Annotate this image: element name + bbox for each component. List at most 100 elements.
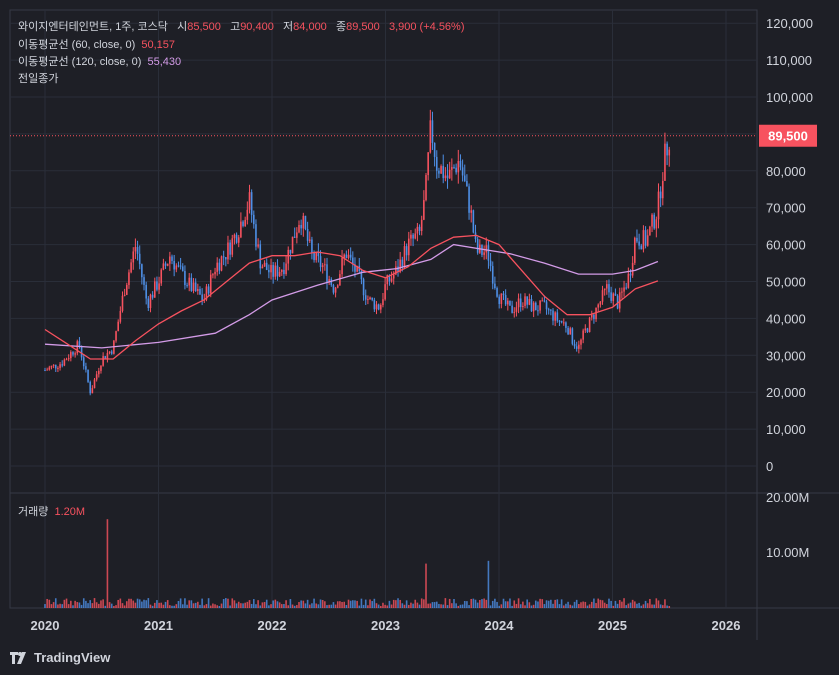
candle-body [227, 242, 229, 260]
volume-bar [476, 602, 479, 608]
volume-bar [283, 604, 285, 608]
volume-bar [455, 603, 457, 608]
candle-body [451, 167, 453, 170]
candle-body [231, 238, 234, 255]
candle-body [61, 364, 64, 366]
candle-body [659, 191, 662, 199]
candle-body [326, 264, 328, 283]
candle-body [308, 239, 311, 241]
candle-body [341, 257, 343, 275]
candle-body [315, 251, 318, 261]
candle-body [562, 322, 565, 324]
volume-bar [463, 600, 466, 608]
volume-bar [156, 600, 158, 608]
candle-body [141, 264, 143, 278]
volume-bar [435, 601, 438, 608]
volume-bar [459, 604, 462, 608]
tradingview-logo[interactable]: TradingView [10, 650, 110, 665]
volume-bar [629, 602, 632, 608]
volume-bar [147, 598, 150, 608]
volume-label: 거래량 [18, 506, 49, 518]
candle-body [573, 343, 576, 347]
volume-bar [240, 603, 242, 608]
volume-bar [554, 599, 556, 608]
chart-canvas[interactable]: 120,000110,000100,00090,00080,00070,0006… [0, 0, 839, 675]
candle-body [653, 214, 655, 229]
candle-body [575, 346, 578, 349]
volume-bar [403, 604, 406, 608]
candle-body [201, 294, 203, 301]
candle-body [311, 239, 313, 253]
candle-body [534, 302, 537, 311]
volume-bar [274, 599, 277, 608]
candle-body [220, 256, 223, 271]
volume-bar [489, 605, 492, 608]
candle-body [192, 282, 195, 291]
volume-bar [242, 603, 244, 608]
candle-body [136, 246, 139, 254]
candle-body [347, 254, 350, 258]
tradingview-icon [10, 651, 26, 664]
candle-body [504, 295, 507, 305]
volume-bar [145, 600, 147, 608]
volume-bar [528, 602, 531, 608]
candle-body [646, 235, 649, 246]
prev-close-legend[interactable]: 전일종가 [18, 72, 58, 86]
candle-body [631, 262, 634, 276]
volume-bar [257, 600, 259, 608]
volume-bar [522, 601, 524, 608]
candle-body [414, 233, 417, 239]
volume-bar [70, 600, 72, 608]
volume-bar [500, 604, 503, 608]
candle-body [636, 237, 638, 242]
candle-body [444, 175, 447, 179]
candle-body [612, 293, 615, 301]
volume-bar [448, 598, 451, 608]
ma60-legend[interactable]: 이동평균선 (60, close, 0) 50,157 [18, 38, 175, 52]
ma120-legend[interactable]: 이동평균선 (120, close, 0) 55,430 [18, 55, 181, 69]
volume-bar [125, 601, 128, 608]
volume-bar [562, 605, 565, 608]
candle-body [601, 290, 604, 302]
volume-bar [50, 604, 53, 608]
volume-bar [181, 604, 184, 608]
candle-body [509, 300, 511, 306]
volume-bar [625, 605, 627, 608]
candle-body [235, 234, 238, 243]
volume-bar [143, 599, 145, 608]
volume-bar [392, 599, 395, 608]
candle-body [494, 283, 496, 289]
volume-bar [433, 602, 436, 608]
candle-body [666, 143, 668, 156]
volume-bar [205, 604, 208, 608]
volume-bar [296, 605, 298, 608]
volume-bar [171, 605, 173, 608]
volume-bar [121, 603, 124, 608]
candle-body [57, 367, 59, 369]
volume-bar [65, 598, 68, 608]
volume-legend[interactable]: 거래량 1.20M [18, 505, 85, 519]
x-tick-label: 2021 [144, 618, 173, 633]
volume-bar [188, 600, 191, 608]
candle-body [438, 170, 440, 174]
candle-body [336, 285, 339, 288]
volume-bar [341, 601, 343, 608]
volume-bar [330, 604, 333, 608]
volume-bar [332, 602, 335, 608]
volume-bar [369, 599, 371, 608]
candle-body [242, 221, 244, 226]
prev-close-label: 전일종가 [18, 73, 59, 85]
volume-bar [519, 604, 522, 608]
candle-body [364, 295, 367, 300]
volume-bar [199, 604, 201, 608]
close-label: 종 [336, 21, 347, 33]
candle-body [558, 320, 561, 322]
candle-body [375, 304, 378, 310]
volume-bar [46, 598, 48, 608]
candle-body [367, 299, 369, 301]
volume-bar [151, 605, 154, 608]
candle-body [496, 288, 498, 297]
volume-bar [141, 601, 143, 608]
candle-body [268, 269, 270, 273]
volume-bar [547, 600, 550, 608]
